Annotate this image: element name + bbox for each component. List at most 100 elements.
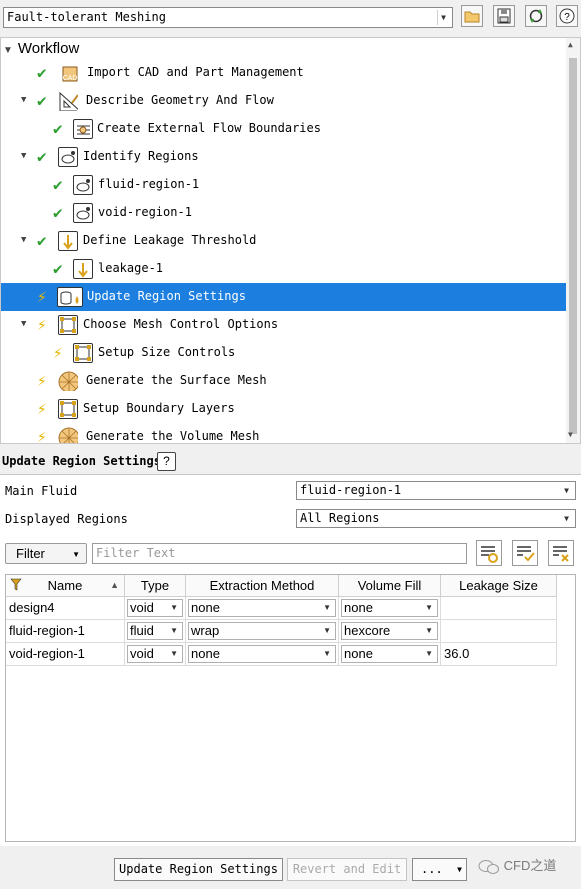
table-cell-leakage-size[interactable] xyxy=(441,597,557,620)
region-icon xyxy=(73,203,93,223)
tree-item-label: Setup Size Controls xyxy=(98,345,236,359)
tree-item-fluid-region-1[interactable]: ✔ fluid-region-1 xyxy=(1,171,568,199)
workflow-selector[interactable]: Fault-tolerant Meshing ▼ xyxy=(3,7,453,28)
tree-item-external-flow-boundaries[interactable]: ✔ Create External Flow Boundaries xyxy=(1,115,568,143)
lightning-icon: ⚡ xyxy=(37,315,47,334)
wechat-icon xyxy=(478,859,499,874)
table-cell-name: fluid-region-1 xyxy=(6,620,125,643)
tree-scrollbar[interactable]: ▲ ▼ xyxy=(566,38,580,443)
main-fluid-dropdown[interactable]: fluid-region-1 ▼ xyxy=(296,481,576,500)
column-header-leakage-size[interactable]: Leakage Size xyxy=(441,575,557,597)
extraction-dropdown[interactable]: wrap ▼ xyxy=(188,622,336,640)
tree-item-volume-mesh[interactable]: ⚡ Generate the Volume Mesh xyxy=(1,423,568,443)
chevron-down-icon: ▼ xyxy=(425,649,433,658)
column-header-extraction-method[interactable]: Extraction Method xyxy=(186,575,339,597)
check-icon: ✔ xyxy=(53,259,63,278)
tree-item-define-leakage[interactable]: ▼ ✔ Define Leakage Threshold xyxy=(1,227,568,255)
select-all-icon xyxy=(517,546,535,562)
table-cell-type: fluid ▼ xyxy=(125,620,186,643)
column-header-volume-fill[interactable]: Volume Fill xyxy=(339,575,441,597)
table-cell-leakage-size[interactable] xyxy=(441,620,557,643)
boundary-layer-icon xyxy=(58,399,78,419)
filter-settings-icon xyxy=(481,546,498,563)
check-icon: ✔ xyxy=(37,91,47,110)
folder-icon xyxy=(464,11,480,23)
deselect-all-button[interactable] xyxy=(548,540,574,566)
leakage-icon xyxy=(58,231,78,251)
lightning-icon: ⚡ xyxy=(37,399,47,418)
extraction-dropdown[interactable]: none ▼ xyxy=(188,645,336,663)
type-value: void xyxy=(130,646,154,661)
workflow-tree-header[interactable]: ▼ Workflow xyxy=(3,40,79,57)
filter-button[interactable]: Filter ▼ xyxy=(5,543,87,564)
chevron-down-icon: ▼ xyxy=(564,486,569,495)
column-header-type[interactable]: Type xyxy=(125,575,186,597)
save-button[interactable] xyxy=(493,5,515,27)
refresh-icon xyxy=(529,9,543,23)
displayed-regions-dropdown[interactable]: All Regions ▼ xyxy=(296,509,576,528)
tree-item-label: Generate the Surface Mesh xyxy=(86,373,267,387)
tree-item-label: void-region-1 xyxy=(98,205,192,219)
check-icon: ✔ xyxy=(37,147,47,166)
filter-button-label: Filter xyxy=(16,546,45,561)
table-cell-extraction: none ▼ xyxy=(186,597,339,620)
mesh-control-icon xyxy=(73,343,93,363)
chevron-down-icon: ▼ xyxy=(457,865,462,874)
filter-text-input[interactable]: Filter Text xyxy=(92,543,467,564)
tree-item-leakage-1[interactable]: ✔ leakage-1 xyxy=(1,255,568,283)
extraction-value: none xyxy=(191,600,220,615)
scroll-up-icon[interactable]: ▲ xyxy=(568,40,573,49)
svg-text:?: ? xyxy=(564,12,570,23)
sort-ascending-icon: ▲ xyxy=(110,580,119,590)
refresh-button[interactable] xyxy=(525,5,547,27)
tree-item-label: Import CAD and Part Management xyxy=(87,65,304,79)
tree-item-describe-geometry[interactable]: ▼ ✔ Describe Geometry And Flow xyxy=(1,87,568,115)
more-options-button[interactable]: ... ▼ xyxy=(412,858,467,881)
workflow-tree: ▼ Workflow ✔ CAD Import CAD and Part Mana… xyxy=(0,37,581,444)
help-icon: ? xyxy=(559,8,575,24)
lightning-icon: ⚡ xyxy=(37,287,47,306)
scroll-down-icon[interactable]: ▼ xyxy=(568,430,573,439)
chevron-down-icon: ▼ xyxy=(323,603,331,612)
region-settings-icon xyxy=(57,287,83,307)
type-value: fluid xyxy=(130,623,154,638)
tree-item-label: Create External Flow Boundaries xyxy=(97,121,321,135)
table-cell-leakage-size[interactable]: 36.0 xyxy=(441,643,557,666)
volume-fill-dropdown[interactable]: hexcore ▼ xyxy=(341,622,438,640)
collapse-arrow-icon[interactable]: ▼ xyxy=(21,151,26,161)
tree-item-void-region-1[interactable]: ✔ void-region-1 xyxy=(1,199,568,227)
update-region-settings-button[interactable]: Update Region Settings xyxy=(114,858,283,881)
tree-item-mesh-control-options[interactable]: ▼ ⚡ Choose Mesh Control Options xyxy=(1,311,568,339)
collapse-arrow-icon[interactable]: ▼ xyxy=(21,95,26,105)
revert-and-edit-button[interactable]: Revert and Edit xyxy=(287,858,407,881)
tree-item-import-cad[interactable]: ✔ CAD Import CAD and Part Management xyxy=(1,59,568,87)
scrollbar-thumb[interactable] xyxy=(569,58,577,434)
leakage-icon xyxy=(73,259,93,279)
tree-item-surface-mesh[interactable]: ⚡ Generate the Surface Mesh xyxy=(1,367,568,395)
volume-fill-dropdown[interactable]: none ▼ xyxy=(341,645,438,663)
open-folder-button[interactable] xyxy=(461,5,483,27)
column-header-name[interactable]: Name ▲ xyxy=(6,575,125,597)
type-dropdown[interactable]: void ▼ xyxy=(127,599,183,617)
geometry-flow-icon xyxy=(59,91,78,111)
volume-fill-value: hexcore xyxy=(344,623,391,638)
tree-item-identify-regions[interactable]: ▼ ✔ Identify Regions xyxy=(1,143,568,171)
select-all-button[interactable] xyxy=(512,540,538,566)
type-dropdown[interactable]: void ▼ xyxy=(127,645,183,663)
filter-settings-button[interactable] xyxy=(476,540,502,566)
surface-mesh-icon xyxy=(58,371,78,391)
tree-item-label: Choose Mesh Control Options xyxy=(83,317,279,331)
extraction-dropdown[interactable]: none ▼ xyxy=(188,599,336,617)
collapse-arrow-icon[interactable]: ▼ xyxy=(21,235,26,245)
save-icon xyxy=(497,8,511,24)
help-button[interactable]: ? xyxy=(556,5,578,27)
tree-item-size-controls[interactable]: ⚡ Setup Size Controls xyxy=(1,339,568,367)
tree-item-boundary-layers[interactable]: ⚡ Setup Boundary Layers xyxy=(1,395,568,423)
type-dropdown[interactable]: fluid ▼ xyxy=(127,622,183,640)
workflow-selector-value: Fault-tolerant Meshing xyxy=(7,10,166,24)
tree-item-update-region-settings[interactable]: ⚡ Update Region Settings xyxy=(1,283,568,311)
volume-fill-dropdown[interactable]: none ▼ xyxy=(341,599,438,617)
panel-help-button[interactable]: ? xyxy=(157,452,176,471)
collapse-arrow-icon[interactable]: ▼ xyxy=(21,319,26,329)
extraction-value: none xyxy=(191,646,220,661)
